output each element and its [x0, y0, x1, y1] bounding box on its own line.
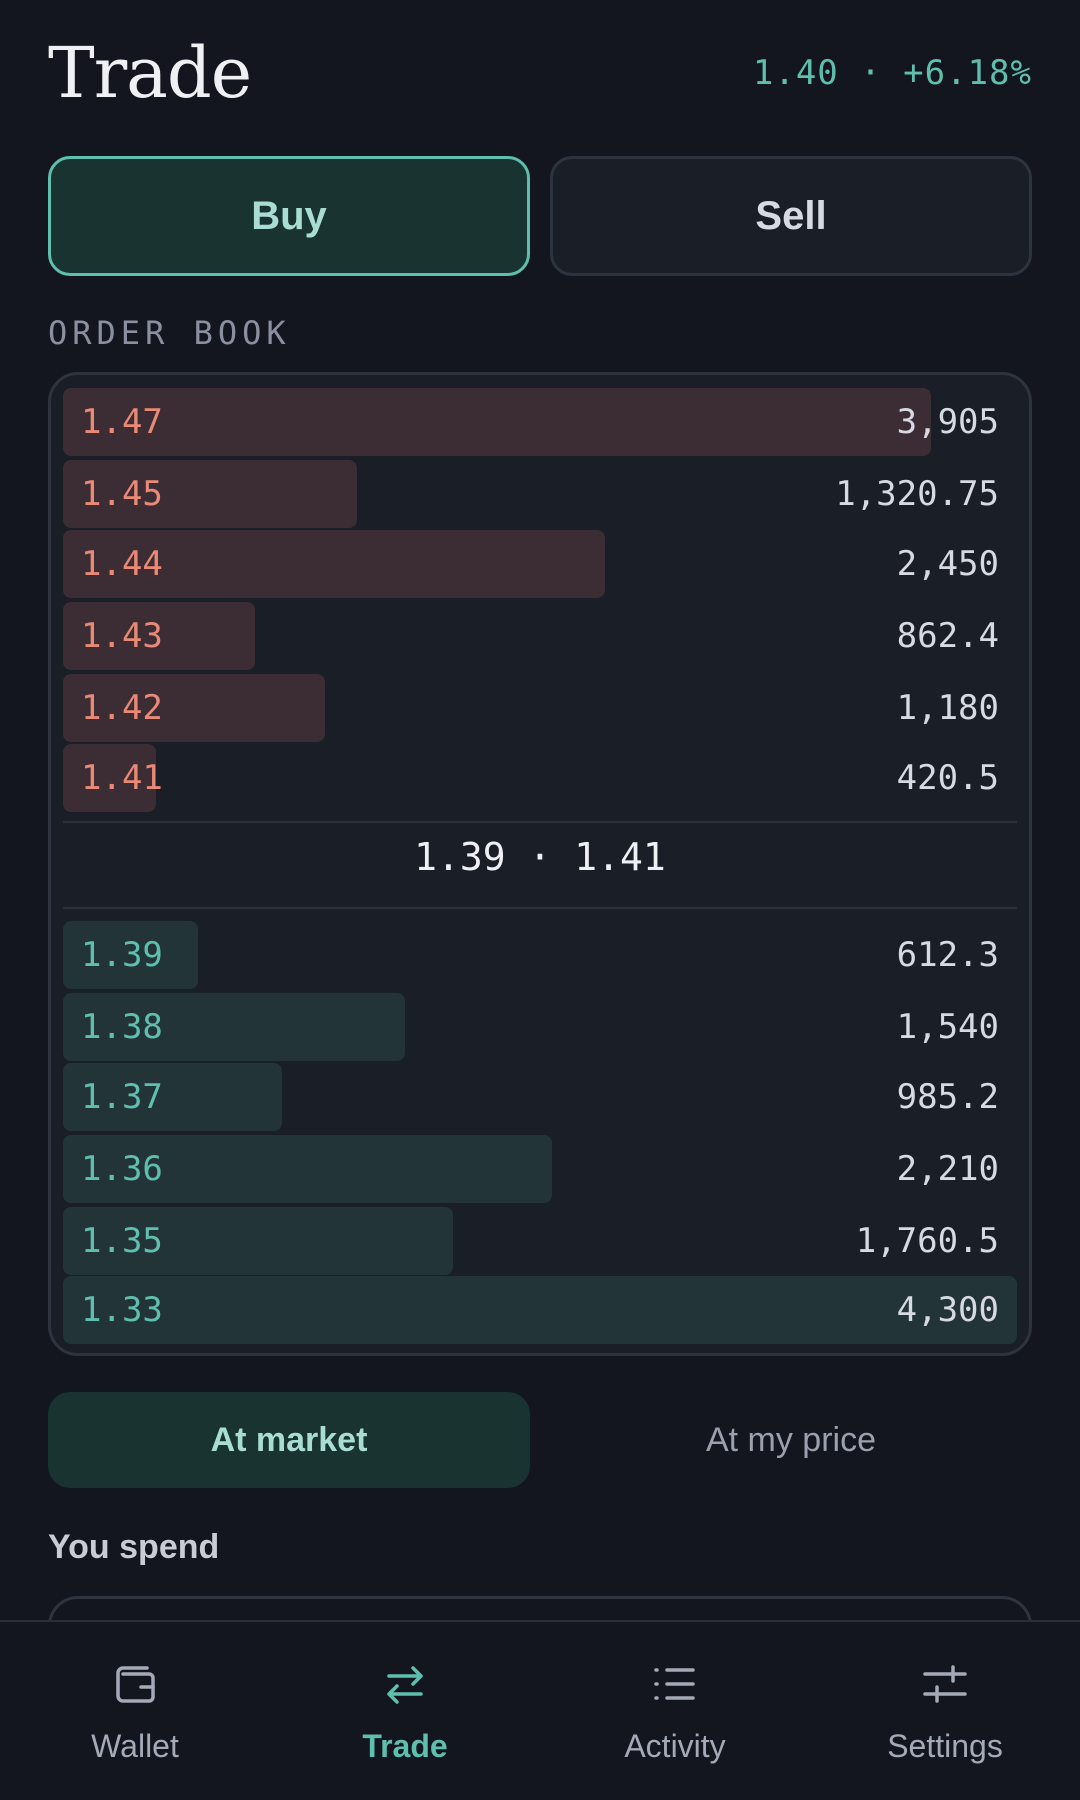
bid-size: 4,300: [896, 1290, 999, 1330]
spend-label: You spend: [48, 1528, 220, 1566]
depth-bar: [63, 1276, 1017, 1344]
nav-item-trade[interactable]: Trade: [270, 1622, 540, 1800]
bottom-nav: Wallet Trade Activity Settings: [0, 1620, 1080, 1800]
at-my-price-button[interactable]: At my price: [550, 1392, 1032, 1488]
depth-bar: [63, 388, 931, 456]
ask-row[interactable]: 1.45 1,320.75: [63, 460, 1017, 528]
ask-row[interactable]: 1.47 3,905: [63, 388, 1017, 456]
header: Trade 1.40 · +6.18%: [48, 28, 1032, 118]
bid-size: 612.3: [896, 935, 999, 975]
bid-price: 1.33: [81, 1290, 163, 1330]
ask-size: 420.5: [896, 758, 999, 798]
bid-row[interactable]: 1.35 1,760.5: [63, 1207, 1017, 1275]
price-ticker: 1.40 · +6.18%: [752, 53, 1032, 93]
list-icon: [654, 1668, 695, 1700]
bid-size: 1,540: [896, 1007, 999, 1047]
spread-divider-top: [63, 821, 1017, 823]
order-mode-toggle: At market At my price: [48, 1392, 1032, 1488]
nav-label: Activity: [624, 1728, 726, 1764]
buy-sell-toggle: Buy Sell: [48, 156, 1032, 276]
order-book: 1.47 3,905 1.45 1,320.75 1.44 2,450 1.43…: [48, 372, 1032, 1356]
nav-item-settings[interactable]: Settings: [810, 1622, 1080, 1800]
ask-row[interactable]: 1.44 2,450: [63, 530, 1017, 598]
at-market-button[interactable]: At market: [48, 1392, 530, 1488]
bid-price: 1.39: [81, 935, 163, 975]
bid-price: 1.35: [81, 1221, 163, 1261]
bid-row[interactable]: 1.33 4,300: [63, 1276, 1017, 1344]
buy-button[interactable]: Buy: [48, 156, 530, 276]
ask-size: 1,320.75: [835, 474, 999, 514]
wallet-icon: [116, 1666, 155, 1703]
ask-price: 1.45: [81, 474, 163, 514]
ask-size: 1,180: [896, 688, 999, 728]
ask-price: 1.44: [81, 544, 163, 584]
bid-row[interactable]: 1.36 2,210: [63, 1135, 1017, 1203]
spread-label: 1.39 · 1.41: [414, 835, 666, 879]
ask-price: 1.42: [81, 688, 163, 728]
nav-label: Trade: [362, 1728, 448, 1764]
ask-row[interactable]: 1.41 420.5: [63, 744, 1017, 812]
ask-price: 1.47: [81, 402, 163, 442]
bid-row[interactable]: 1.37 985.2: [63, 1063, 1017, 1131]
page-title: Trade: [48, 32, 252, 114]
order-book-label: ORDER BOOK: [48, 314, 291, 352]
ask-size: 3,905: [896, 402, 999, 442]
ask-price: 1.43: [81, 616, 163, 656]
nav-label: Wallet: [91, 1728, 179, 1764]
bid-size: 2,210: [896, 1149, 999, 1189]
bid-price: 1.36: [81, 1149, 163, 1189]
ask-size: 2,450: [896, 544, 999, 584]
bid-size: 1,760.5: [855, 1221, 999, 1261]
nav-label: Settings: [887, 1728, 1003, 1764]
sell-button[interactable]: Sell: [550, 156, 1032, 276]
nav-item-activity[interactable]: Activity: [540, 1622, 810, 1800]
ask-price: 1.41: [81, 758, 163, 798]
spread-divider-bottom: [63, 907, 1017, 909]
ask-row[interactable]: 1.43 862.4: [63, 602, 1017, 670]
bid-row[interactable]: 1.39 612.3: [63, 921, 1017, 989]
bid-row[interactable]: 1.38 1,540: [63, 993, 1017, 1061]
nav-item-wallet[interactable]: Wallet: [0, 1622, 270, 1800]
ask-row[interactable]: 1.42 1,180: [63, 674, 1017, 742]
bid-price: 1.37: [81, 1077, 163, 1117]
sliders-icon: [923, 1665, 967, 1703]
swap-icon: [387, 1666, 423, 1704]
ask-size: 862.4: [896, 616, 999, 656]
bid-size: 985.2: [896, 1077, 999, 1117]
bid-price: 1.38: [81, 1007, 163, 1047]
